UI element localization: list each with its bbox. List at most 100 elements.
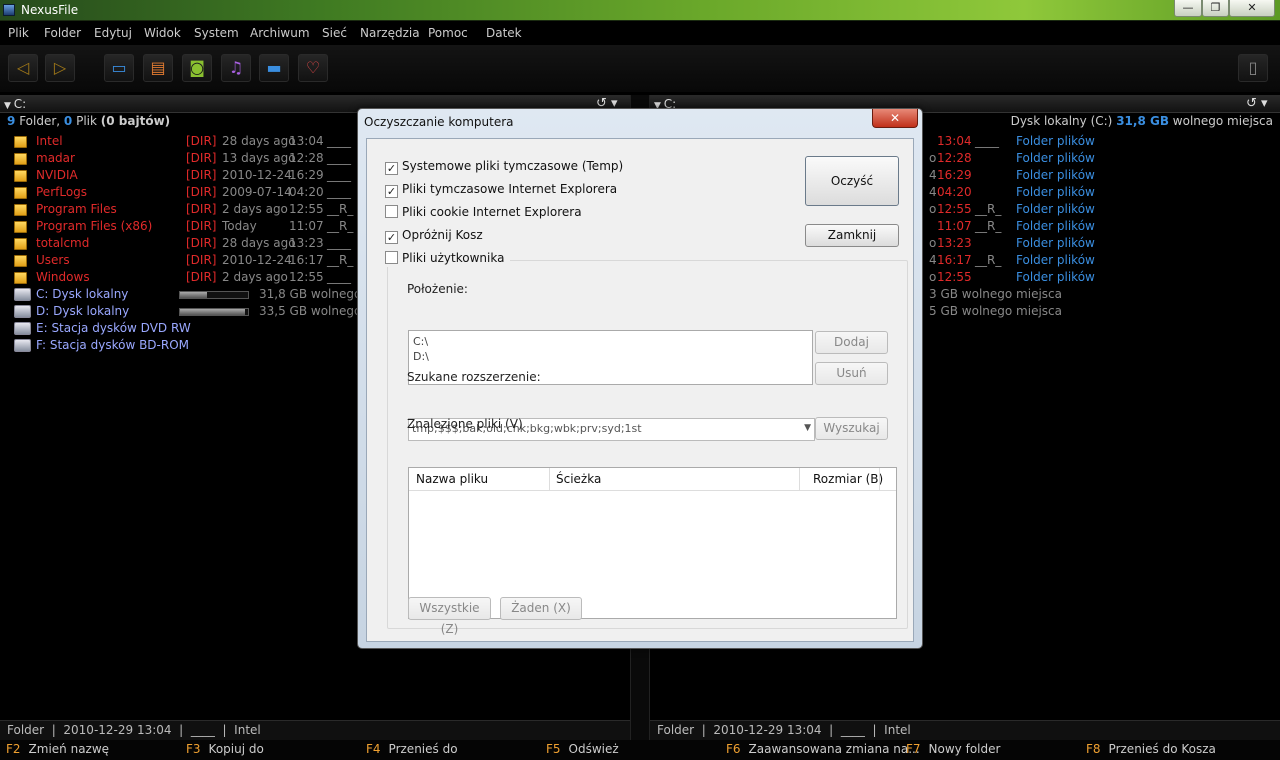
- checkbox-empty-trash[interactable]: ✓ Opróżnij Kosz: [385, 228, 483, 244]
- checkbox-icon[interactable]: ✓: [385, 185, 398, 198]
- close-button[interactable]: Zamknij: [805, 224, 899, 247]
- row-date: 2009-07-14: [222, 185, 292, 199]
- folder-name: PerfLogs: [36, 185, 88, 199]
- row-time: 11:07: [937, 219, 972, 233]
- select-all-button[interactable]: Wszystkie (Z): [408, 597, 491, 636]
- menu-widok[interactable]: Widok: [144, 26, 181, 40]
- fkey-advanced-rename[interactable]: F6 Zaawansowana zmiana na...: [726, 742, 920, 756]
- search-button[interactable]: Wyszukaj: [815, 417, 888, 440]
- select-none-button[interactable]: Żaden (X): [500, 597, 582, 620]
- row-time: 12:55: [289, 202, 324, 216]
- menu-narzedzia[interactable]: Narzędzia: [360, 26, 420, 40]
- row-date: 28 days ago: [222, 134, 296, 148]
- checkbox-ie-cookies[interactable]: Pliki cookie Internet Explorera: [385, 205, 582, 221]
- fkey-new-folder[interactable]: F7 Nowy folder: [906, 742, 1000, 756]
- row-time: 13:23: [289, 236, 324, 250]
- folders-icon[interactable]: ▤: [143, 54, 173, 82]
- menu-archiwum[interactable]: Archiwum: [250, 26, 310, 40]
- row-type: [DIR]: [186, 270, 217, 284]
- location-item[interactable]: C:\: [413, 334, 808, 349]
- row-type: Folder plików: [1016, 202, 1095, 216]
- maximize-button[interactable]: ❐: [1202, 0, 1229, 17]
- checkbox-system-temp[interactable]: ✓ Systemowe pliki tymczasowe (Temp): [385, 159, 623, 175]
- row-date: o: [929, 236, 937, 250]
- row-type: [DIR]: [186, 236, 217, 250]
- column-filename[interactable]: Nazwa pliku: [416, 472, 488, 486]
- column-separator: [799, 468, 800, 491]
- function-key-bar: F2 Zmień nazwę F3 Kopiuj do F4 Przenieś do …: [0, 740, 1280, 760]
- row-attr: ____: [975, 134, 999, 148]
- row-date: 28 days ago: [222, 236, 296, 250]
- row-type: Folder plików: [1016, 219, 1095, 233]
- row-date: 4: [929, 253, 937, 267]
- add-button[interactable]: Dodaj: [815, 331, 888, 354]
- folder-name: totalcmd: [36, 236, 90, 250]
- left-path[interactable]: ▼ C:: [4, 97, 26, 111]
- folder-icon: [14, 170, 27, 182]
- fkey-move[interactable]: F4 Przenieś do: [366, 742, 458, 756]
- folder-icon: [14, 221, 27, 233]
- folder-name: Program Files: [36, 202, 117, 216]
- film-icon[interactable]: ▬: [259, 54, 289, 82]
- dialog-close-button[interactable]: ✕: [872, 109, 918, 128]
- dialog-body: ✓ Systemowe pliki tymczasowe (Temp) ✓ Plik…: [366, 138, 914, 642]
- checkbox-icon[interactable]: ✓: [385, 162, 398, 175]
- row-time: 04:20: [937, 185, 972, 199]
- column-path[interactable]: Ścieżka: [556, 472, 601, 486]
- menu-folder[interactable]: Folder: [44, 26, 81, 40]
- row-type: [DIR]: [186, 253, 217, 267]
- folder-icon: [14, 187, 27, 199]
- toolbar: ◁ ▷ ▭ ▤ ◙ ♫ ▬ ♡ ▯: [0, 45, 1280, 92]
- menu-datek[interactable]: Datek: [486, 26, 522, 40]
- row-date: 2 days ago: [222, 270, 288, 284]
- column-size[interactable]: Rozmiar (B): [813, 472, 883, 486]
- menu-plik[interactable]: Plik: [8, 26, 29, 40]
- row-date: o: [929, 202, 937, 216]
- row-time: 04:20: [289, 185, 324, 199]
- checkbox-user-files[interactable]: Pliki użytkownika: [385, 251, 511, 267]
- fkey-move-to-trash[interactable]: F8 Przenieś do Kosza: [1086, 742, 1216, 756]
- row-type: [DIR]: [186, 168, 217, 182]
- row-date: 13 days ago: [222, 151, 296, 165]
- row-time: 12:55: [289, 270, 324, 284]
- close-window-button[interactable]: ✕: [1229, 0, 1275, 17]
- checkbox-icon[interactable]: [385, 251, 398, 264]
- fkey-rename[interactable]: F2 Zmień nazwę: [6, 742, 109, 756]
- trash-icon[interactable]: ▯: [1238, 54, 1268, 82]
- menu-system[interactable]: System: [194, 26, 239, 40]
- chevron-down-icon[interactable]: ▼: [804, 423, 811, 433]
- folder-icon: [14, 153, 27, 165]
- folder-icon: [14, 136, 27, 148]
- music-note-icon[interactable]: ♫: [221, 54, 251, 82]
- row-attr: ____: [327, 185, 351, 199]
- menu-edytuj[interactable]: Edytuj: [94, 26, 132, 40]
- minimize-button[interactable]: —: [1174, 0, 1202, 17]
- refresh-icon[interactable]: ↺ ▾: [1246, 96, 1268, 111]
- drive-usage-bar: [179, 308, 249, 316]
- menu-pomoc[interactable]: Pomoc: [428, 26, 468, 40]
- fkey-copy[interactable]: F3 Kopiuj do: [186, 742, 264, 756]
- folder-icon: [14, 238, 27, 250]
- right-status-bar: Folder | 2010-12-29 13:04 | ____ | Intel: [650, 720, 1280, 740]
- clean-button[interactable]: Oczyść: [805, 156, 899, 206]
- heart-icon[interactable]: ♡: [298, 54, 328, 82]
- checkbox-icon[interactable]: [385, 205, 398, 218]
- location-item[interactable]: D:\: [413, 349, 808, 364]
- row-attr: __R_: [327, 202, 354, 216]
- remove-button[interactable]: Usuń: [815, 362, 888, 385]
- menu-bar: Plik Folder Edytuj Widok System Archiwum…: [0, 21, 1280, 45]
- drive-name: F: Stacja dysków BD-ROM: [36, 338, 190, 352]
- forward-arrow-icon[interactable]: ▷: [45, 54, 75, 82]
- checkbox-ie-temp[interactable]: ✓ Pliki tymczasowe Internet Explorera: [385, 182, 617, 198]
- column-separator: [549, 468, 550, 491]
- back-arrow-icon[interactable]: ◁: [8, 54, 38, 82]
- menu-siec[interactable]: Sieć: [322, 26, 347, 40]
- drive-free: 5 GB wolnego miejsca: [929, 304, 1062, 318]
- extension-label: Szukane rozszerzenie:: [407, 370, 541, 384]
- row-time: 13:23: [937, 236, 972, 250]
- camera-icon[interactable]: ◙: [182, 54, 212, 82]
- checkbox-icon[interactable]: ✓: [385, 231, 398, 244]
- fkey-refresh[interactable]: F5 Odśwież: [546, 742, 619, 756]
- drive-free: 3 GB wolnego miejsca: [929, 287, 1062, 301]
- monitor-icon[interactable]: ▭: [104, 54, 134, 82]
